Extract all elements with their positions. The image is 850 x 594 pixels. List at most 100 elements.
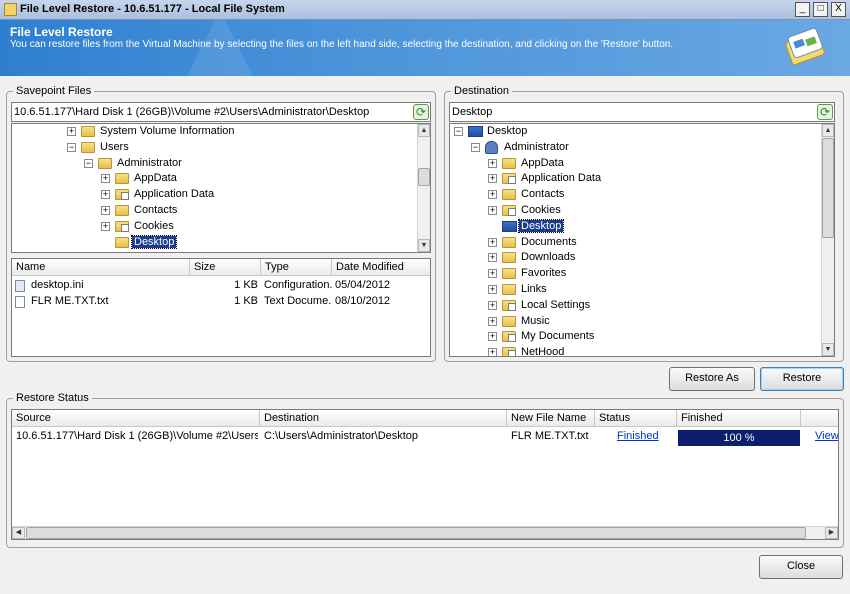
tree-node-label: Documents: [521, 235, 577, 248]
tree-node-label: Desktop: [517, 218, 565, 233]
close-window-button[interactable]: X: [831, 2, 846, 17]
expand-icon[interactable]: +: [488, 269, 497, 279]
tree-node[interactable]: + Cookies: [450, 203, 810, 219]
expand-icon[interactable]: +: [101, 206, 110, 215]
destination-tree[interactable]: ▲ ▼ − Desktop − Administrator + AppData + Appli…: [449, 123, 835, 357]
collapse-icon[interactable]: −: [471, 142, 480, 152]
tree-node[interactable]: + AppData: [450, 156, 810, 172]
restore-button[interactable]: Restore: [760, 367, 844, 391]
expand-icon[interactable]: +: [488, 316, 497, 326]
tree-node[interactable]: + Cookies: [12, 219, 372, 235]
tree-node[interactable]: − Administrator: [450, 140, 810, 156]
tree-node[interactable]: Desktop: [450, 218, 810, 235]
scroll-thumb[interactable]: [26, 527, 806, 539]
column-header-date-modified[interactable]: Date Modified: [332, 259, 430, 276]
tree-node[interactable]: + Local Settings: [450, 298, 810, 314]
tree-node[interactable]: + Links: [450, 282, 810, 298]
tree-node[interactable]: + Application Data: [450, 171, 810, 187]
scroll-up-arrow-icon[interactable]: ▲: [822, 124, 834, 137]
tree-node[interactable]: − Users: [12, 140, 372, 156]
tree-node[interactable]: + Application Data: [12, 187, 372, 203]
savepoint-tree[interactable]: ▲ ▼ + System Volume Information − Users − Adm…: [11, 123, 431, 253]
expand-icon[interactable]: +: [488, 348, 497, 356]
savepoint-refresh-icon[interactable]: ⟳: [413, 104, 429, 120]
expand-icon[interactable]: +: [101, 174, 110, 184]
column-header-new-file-name[interactable]: New File Name: [507, 410, 595, 427]
scroll-thumb[interactable]: [418, 168, 430, 186]
tree-node[interactable]: + My Documents: [450, 329, 810, 345]
tree-node[interactable]: + Music: [450, 314, 810, 330]
expand-icon[interactable]: +: [488, 332, 497, 342]
collapse-icon[interactable]: −: [84, 158, 93, 168]
scroll-right-arrow-icon[interactable]: ▶: [825, 527, 838, 539]
tree-node[interactable]: + Favorites: [450, 266, 810, 282]
column-header-destination[interactable]: Destination: [260, 410, 507, 427]
destination-path-field[interactable]: Desktop ⟳: [449, 102, 835, 122]
expand-icon[interactable]: +: [101, 221, 110, 231]
expand-icon[interactable]: +: [488, 285, 497, 294]
folder-icon: [502, 268, 516, 280]
savepoint-tree-scrollbar[interactable]: ▲ ▼: [417, 124, 430, 252]
tree-node[interactable]: + Contacts: [450, 187, 810, 203]
folder-icon: [115, 236, 129, 248]
window-title: File Level Restore - 10.6.51.177 - Local…: [20, 3, 285, 15]
destination-path-text: Desktop: [452, 106, 493, 118]
tree-node[interactable]: + Contacts: [12, 203, 372, 219]
column-header-status[interactable]: Status: [595, 410, 677, 427]
maximize-button[interactable]: □: [813, 2, 828, 17]
scroll-up-arrow-icon[interactable]: ▲: [418, 124, 430, 137]
scroll-thumb[interactable]: [822, 138, 834, 238]
tree-node[interactable]: + Downloads: [450, 250, 810, 266]
tree-node[interactable]: + NetHood: [450, 345, 810, 356]
desktop-icon: [468, 126, 483, 137]
expand-icon[interactable]: +: [488, 158, 497, 168]
savepoint-path-field[interactable]: 10.6.51.177\Hard Disk 1 (26GB)\Volume #2…: [11, 102, 431, 122]
tree-node-label: Desktop: [130, 234, 178, 249]
file-size: 1 KB: [234, 279, 258, 291]
tree-node-label: Music: [521, 314, 550, 327]
tree-node[interactable]: + Documents: [450, 235, 810, 251]
scroll-down-arrow-icon[interactable]: ▼: [418, 239, 430, 252]
destination-refresh-icon[interactable]: ⟳: [817, 104, 833, 120]
restore-status-list[interactable]: Source Destination New File Name Status …: [11, 409, 839, 540]
expand-icon[interactable]: +: [488, 237, 497, 247]
tree-node-label: Users: [100, 140, 129, 153]
status-horizontal-scrollbar[interactable]: ◀ ▶: [12, 526, 838, 539]
expand-icon[interactable]: +: [488, 206, 497, 215]
tree-node[interactable]: − Administrator: [12, 156, 372, 172]
tree-node-label: Downloads: [521, 251, 576, 264]
column-header-type[interactable]: Type: [261, 259, 332, 276]
view-link[interactable]: View: [815, 430, 838, 446]
tree-node[interactable]: − Desktop: [450, 124, 810, 140]
collapse-icon[interactable]: −: [454, 127, 463, 136]
expand-icon[interactable]: +: [488, 300, 497, 310]
column-header-name[interactable]: Name: [12, 259, 190, 276]
expand-icon[interactable]: +: [488, 190, 497, 200]
expand-icon[interactable]: +: [67, 127, 76, 136]
tree-node[interactable]: Desktop: [12, 234, 372, 251]
restore-as-button[interactable]: Restore As: [669, 367, 755, 391]
restore-folders-icon: [785, 28, 825, 66]
expand-icon[interactable]: +: [101, 190, 110, 200]
expand-icon[interactable]: +: [488, 253, 497, 263]
expand-icon[interactable]: +: [488, 174, 497, 184]
file-name: desktop.ini: [31, 279, 84, 291]
collapse-icon[interactable]: −: [67, 142, 76, 152]
user-folder-icon: [485, 140, 498, 154]
destination-tree-scrollbar[interactable]: ▲ ▼: [821, 124, 834, 356]
file-size: 1 KB: [234, 295, 258, 307]
tree-node-label: Local Settings: [521, 298, 591, 311]
scroll-left-arrow-icon[interactable]: ◀: [12, 527, 25, 539]
tree-node[interactable]: + System Volume Information: [12, 124, 372, 140]
tree-node[interactable]: + AppData: [12, 171, 372, 187]
minimize-button[interactable]: _: [795, 2, 810, 17]
close-button[interactable]: Close: [759, 555, 843, 579]
column-header-source[interactable]: Source: [12, 410, 260, 427]
file-date: 08/10/2012: [335, 295, 391, 307]
column-header-size[interactable]: Size: [190, 259, 261, 276]
tree-node-label: AppData: [134, 172, 177, 185]
column-header-finished[interactable]: Finished: [677, 410, 801, 427]
status-finished-link[interactable]: Finished: [617, 430, 659, 446]
savepoint-file-list[interactable]: Name Size Type Date Modified desktop.ini…: [11, 258, 431, 357]
scroll-down-arrow-icon[interactable]: ▼: [822, 343, 834, 356]
